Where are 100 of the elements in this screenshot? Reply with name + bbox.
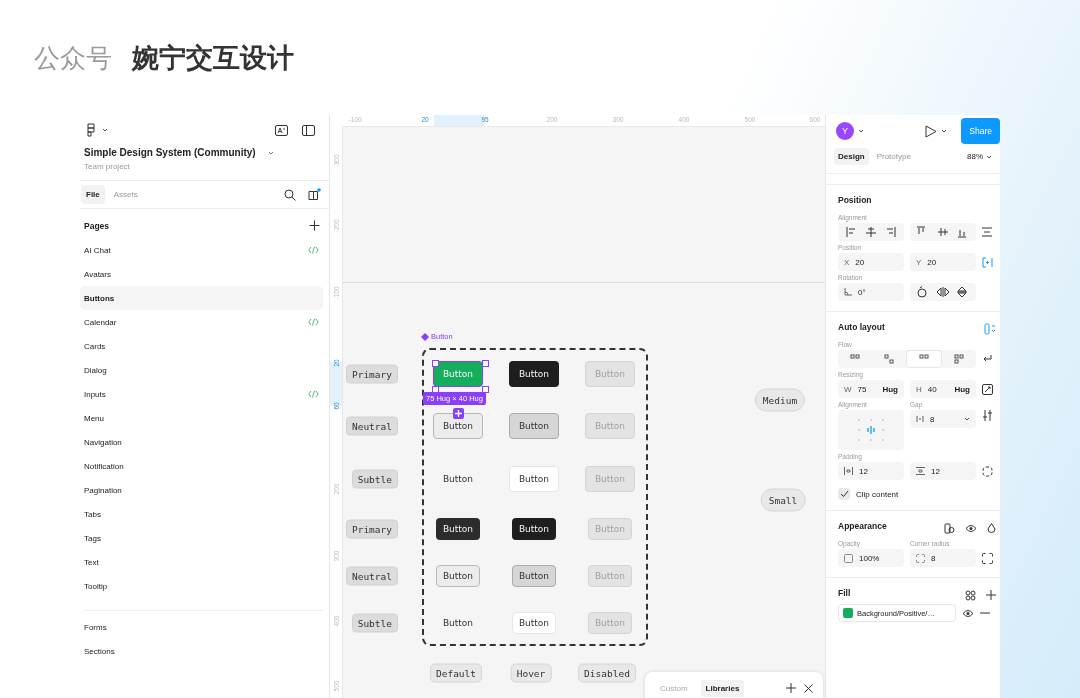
variant-label: Primary [345, 364, 398, 384]
section-heading: Appearance [838, 520, 887, 533]
button-component: Button [509, 361, 559, 387]
resize-handle[interactable] [482, 360, 489, 367]
text-box-icon[interactable] [275, 124, 288, 136]
padding-icon[interactable] [982, 465, 993, 477]
section-heading: Position [838, 194, 873, 207]
page-item[interactable]: Buttons [80, 286, 323, 310]
page-item[interactable]: Inputs [80, 382, 323, 406]
library-tab[interactable]: Libraries [700, 679, 745, 697]
project-label: Team project [80, 158, 329, 181]
caret-icon [964, 416, 970, 422]
padding-field[interactable]: 12 [838, 462, 904, 480]
caret-icon[interactable] [102, 127, 108, 133]
page-item[interactable]: Avatars [80, 262, 323, 286]
rotation-field[interactable]: 0° [838, 283, 904, 301]
padding-field[interactable]: 12 [910, 462, 976, 480]
caret-icon [986, 153, 992, 160]
distribute-icon[interactable] [982, 227, 992, 237]
panel-tab[interactable]: File [81, 185, 105, 204]
resize-handle[interactable] [482, 386, 489, 393]
button-component: Button [588, 612, 632, 634]
variant-label: Subtle [351, 613, 398, 633]
page-item[interactable]: Pagination [80, 478, 323, 502]
opacity-icon [844, 553, 853, 563]
corners-icon[interactable] [982, 552, 993, 564]
layout-icon [953, 354, 965, 364]
state-label: Default [430, 663, 482, 683]
page-item[interactable]: Dialog [80, 358, 323, 382]
resize-icon[interactable] [982, 383, 993, 395]
eye-icon[interactable] [962, 608, 974, 618]
section-item[interactable]: Sections [84, 639, 317, 663]
size-field[interactable]: W 75 Hug [838, 380, 904, 398]
button-component: Button [436, 518, 480, 540]
color-swatch[interactable] [843, 608, 853, 618]
add-icon[interactable] [309, 220, 320, 231]
component-icon [421, 332, 429, 341]
drop-icon[interactable] [987, 522, 996, 534]
caret-icon[interactable] [267, 149, 274, 156]
panel-tab[interactable]: Design [834, 148, 869, 165]
layout-icon [883, 354, 895, 364]
padding-icon [844, 467, 853, 475]
styles-icon[interactable] [965, 589, 976, 601]
resize-handle[interactable] [432, 360, 439, 367]
book-icon[interactable] [308, 188, 321, 201]
page-item[interactable]: Text [80, 550, 323, 574]
gap-field[interactable]: 8 [910, 410, 976, 428]
button-component: Button [585, 413, 635, 439]
sidebar-icon[interactable] [302, 124, 315, 136]
variant-label: Primary [345, 519, 398, 539]
play-icon[interactable] [925, 124, 938, 138]
close-icon[interactable] [804, 683, 813, 693]
file-title[interactable]: Simple Design System (Community) [84, 147, 256, 158]
button-component: Button [512, 565, 556, 587]
coordinate-field[interactable]: Y 20 [910, 253, 976, 271]
add-icon[interactable] [786, 683, 796, 693]
zoom-dropdown[interactable]: 88% [967, 152, 992, 161]
size-field[interactable]: H 40 Hug [910, 380, 976, 398]
coordinate-field[interactable]: X 20 [838, 253, 904, 271]
button-component: Button [585, 466, 635, 492]
horizontal-align-group[interactable] [838, 223, 904, 241]
variant-label: Subtle [351, 469, 398, 489]
opacity-field[interactable]: 100% [838, 549, 904, 567]
search-icon[interactable] [284, 188, 296, 201]
variable-icon[interactable] [944, 522, 955, 534]
size-label: Medium [754, 388, 806, 412]
padding-icon [916, 467, 925, 475]
button-component: Button [588, 565, 632, 587]
page-item[interactable]: Navigation [80, 430, 323, 454]
sliders-icon[interactable] [982, 410, 993, 421]
page-item[interactable]: Calendar [80, 310, 323, 334]
section-item[interactable]: Forms [84, 615, 317, 639]
caret-icon[interactable] [941, 128, 948, 134]
page-item[interactable]: Tabs [80, 502, 323, 526]
radius-field[interactable]: 8 [910, 549, 976, 567]
button-component: Button [509, 413, 559, 439]
state-label: Hover [510, 663, 552, 683]
caret-icon[interactable] [858, 128, 864, 134]
page-item[interactable]: Tags [80, 526, 323, 550]
add-icon[interactable] [986, 590, 996, 600]
gap-icon [916, 415, 924, 423]
logo-icon[interactable] [84, 123, 98, 137]
checkbox[interactable] [838, 488, 850, 500]
page-item[interactable]: Menu [80, 406, 323, 430]
button-component: Button [433, 413, 483, 439]
page-item[interactable]: Notification [80, 454, 323, 478]
vertical-align-group[interactable] [910, 223, 976, 241]
page-item[interactable]: AI Chat [80, 238, 323, 262]
button-component: Button [433, 361, 483, 387]
wrap-icon[interactable] [982, 354, 992, 364]
page-item[interactable]: Cards [80, 334, 323, 358]
header-label: 公众号 [34, 42, 112, 75]
page-item[interactable]: Tooltip [80, 574, 323, 598]
avatar[interactable]: Y [836, 122, 854, 140]
pages-heading: Pages [84, 220, 110, 231]
variant-label: Neutral [345, 416, 398, 436]
header-title: 婉宁交互设计 [132, 42, 294, 75]
transform-group[interactable] [910, 283, 976, 301]
eye-icon[interactable] [965, 523, 977, 533]
constraints-icon[interactable] [982, 256, 993, 268]
